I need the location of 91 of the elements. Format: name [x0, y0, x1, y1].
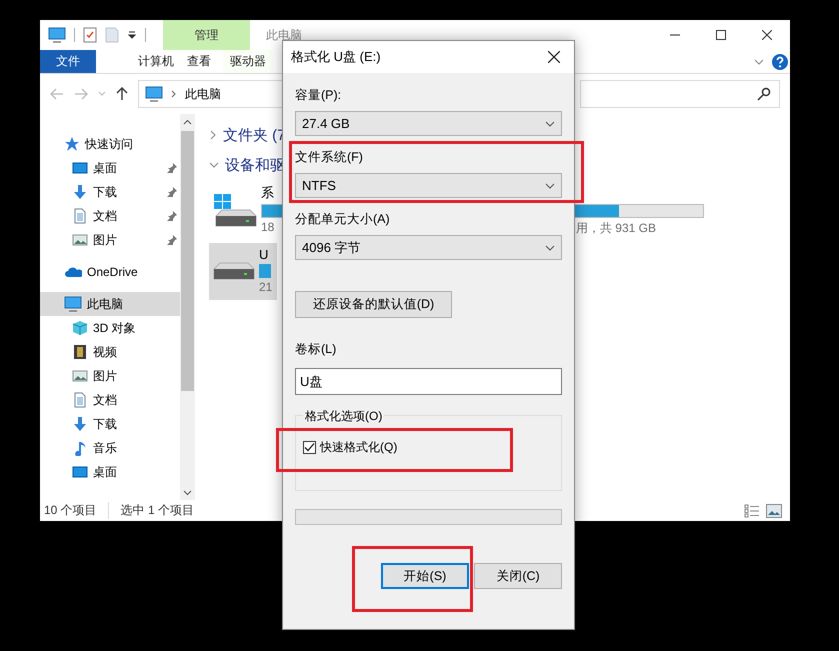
blank-document-icon — [105, 27, 119, 43]
nav-item[interactable]: 视频 — [40, 340, 180, 364]
back-arrow-icon — [50, 88, 64, 100]
checklist-icon — [83, 27, 97, 43]
ribbon-tab[interactable]: 文件 — [40, 50, 96, 73]
nav-item[interactable]: 桌面 — [40, 156, 180, 180]
chevron-down-icon — [545, 244, 555, 250]
maximize-icon — [716, 30, 726, 40]
group-title: 格式化选项(O) — [303, 408, 384, 425]
field-label: 分配单元大小(A) — [295, 211, 391, 228]
drive-tile[interactable]: U 21 — [209, 243, 277, 300]
pin-icon — [166, 210, 178, 222]
pin-icon — [166, 162, 178, 174]
scroll-down-icon — [183, 490, 192, 496]
music-note-icon — [72, 440, 88, 456]
dropdown[interactable]: NTFS — [295, 173, 562, 198]
computer-icon — [145, 86, 163, 102]
ribbon-tab[interactable]: 驱动器 — [223, 50, 273, 73]
dialog-button[interactable]: 关闭(C) — [474, 563, 562, 589]
field-label: 文件系统(F) — [295, 149, 364, 166]
nav-item[interactable]: 下载 — [40, 412, 180, 436]
field-label: 卷标(L) — [295, 341, 338, 358]
star-icon — [64, 136, 80, 152]
volume-label-field[interactable]: U盘 — [295, 368, 562, 395]
desktop-icon — [72, 160, 88, 176]
nav-item[interactable]: OneDrive — [40, 260, 180, 284]
item-count: 10 个项目 — [44, 502, 97, 519]
document-icon — [72, 208, 88, 224]
pin-icon — [166, 186, 178, 198]
dialog-title: 格式化 U盘 (E:) — [291, 48, 381, 66]
search-field[interactable] — [580, 80, 780, 108]
close-icon — [548, 51, 560, 63]
dropdown[interactable]: 4096 字节 — [295, 235, 562, 260]
chevron-down-icon — [98, 91, 106, 97]
nav-item[interactable]: 下载 — [40, 180, 180, 204]
nav-item[interactable]: 此电脑 — [40, 292, 180, 316]
film-icon — [72, 344, 88, 360]
dialog-button[interactable]: 开始(S) — [381, 563, 469, 589]
forward-arrow-icon — [74, 88, 88, 100]
chevron-down-icon — [545, 182, 555, 188]
nav-item[interactable]: 图片 — [40, 364, 180, 388]
nav-item[interactable]: 快速访问 — [40, 132, 180, 156]
close-icon — [762, 30, 772, 40]
context-tab-header[interactable]: 管理 — [163, 20, 250, 50]
search-icon — [757, 87, 771, 101]
chevron-right-icon — [171, 90, 177, 98]
address-text: 此电脑 — [185, 86, 221, 102]
checkbox[interactable] — [303, 441, 316, 454]
download-arrow-icon — [72, 416, 88, 432]
selection-count: 选中 1 个项目 — [108, 502, 194, 519]
drive-name: U — [259, 247, 268, 262]
system-drive-icon — [213, 194, 257, 227]
document-icon — [72, 392, 88, 408]
chevron-down-icon — [545, 120, 555, 126]
up-arrow-icon — [116, 87, 128, 101]
scrollbar[interactable] — [180, 114, 195, 500]
chevron-down-icon — [754, 58, 764, 66]
restore-defaults-button[interactable]: 还原设备的默认值(D) — [295, 291, 452, 318]
nav-item[interactable]: 文档 — [40, 388, 180, 412]
field-label: 容量(P): — [295, 87, 342, 104]
download-arrow-icon — [72, 184, 88, 200]
drive-size: 18 — [261, 220, 274, 236]
picture-icon — [72, 232, 88, 248]
drive-size: 21 — [259, 280, 272, 294]
drive-size: 用，共 931 GB — [576, 220, 656, 237]
nav-item[interactable]: 音乐 — [40, 436, 180, 460]
ribbon-tab[interactable]: 计算机 — [138, 50, 174, 73]
nav-item[interactable]: 3D 对象 — [40, 316, 180, 340]
usage-bar — [259, 264, 271, 278]
desktop-icon — [72, 464, 88, 480]
drive-name: 系 — [261, 184, 274, 202]
cube-icon — [72, 320, 88, 336]
ribbon-tab[interactable]: 查看 — [187, 50, 211, 73]
chevron-down-icon — [209, 161, 219, 169]
computer-icon — [64, 296, 82, 312]
dropdown[interactable]: 27.4 GB — [295, 111, 562, 136]
window-title: 此电脑 — [266, 26, 302, 44]
nav-item[interactable]: 图片 — [40, 228, 180, 252]
scroll-up-icon — [183, 118, 192, 124]
computer-icon — [48, 27, 66, 43]
cloud-icon — [64, 266, 82, 278]
drive-icon — [213, 262, 255, 280]
picture-icon — [72, 368, 88, 384]
nav-item[interactable]: 桌面 — [40, 460, 180, 484]
large-icons-view-icon — [766, 504, 782, 518]
checkbox-label[interactable]: 快速格式化(Q) — [320, 439, 398, 456]
nav-item[interactable]: 文档 — [40, 204, 180, 228]
chevron-right-icon — [209, 130, 217, 140]
details-view-icon — [744, 504, 760, 518]
dropdown-icon — [127, 30, 137, 40]
pin-icon — [166, 234, 178, 246]
